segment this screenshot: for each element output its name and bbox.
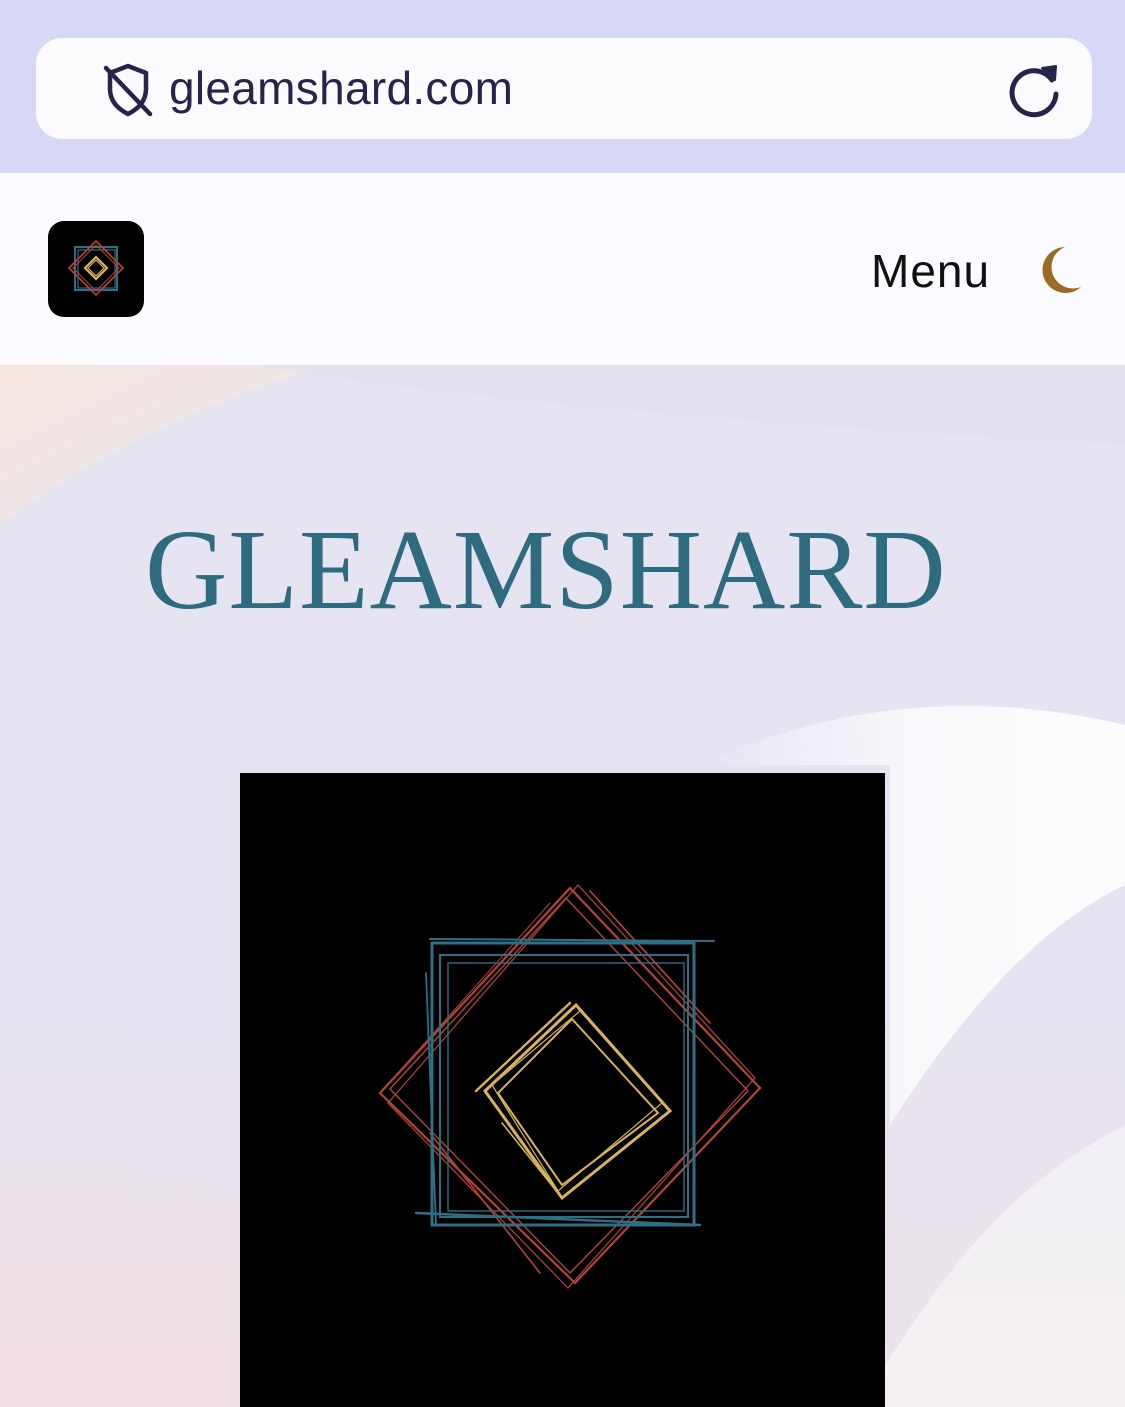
hero-artwork: [240, 773, 885, 1407]
moon-icon[interactable]: [1035, 243, 1085, 297]
hero-section: GLEAMSHARD: [0, 365, 1125, 1407]
reload-icon[interactable]: [1000, 56, 1068, 124]
site-title: GLEAMSHARD: [145, 506, 947, 633]
address-bar[interactable]: gleamshard.com: [36, 38, 1092, 139]
site-logo[interactable]: [48, 221, 144, 317]
url-text[interactable]: gleamshard.com: [169, 38, 513, 139]
site-header: Menu: [0, 173, 1125, 365]
menu-button[interactable]: Menu: [871, 241, 990, 301]
gleamshard-logo-icon: [378, 884, 762, 1289]
shield-slash-icon[interactable]: [94, 56, 162, 124]
browser-toolbar: gleamshard.com: [0, 0, 1125, 173]
logo-icon: [67, 239, 125, 297]
